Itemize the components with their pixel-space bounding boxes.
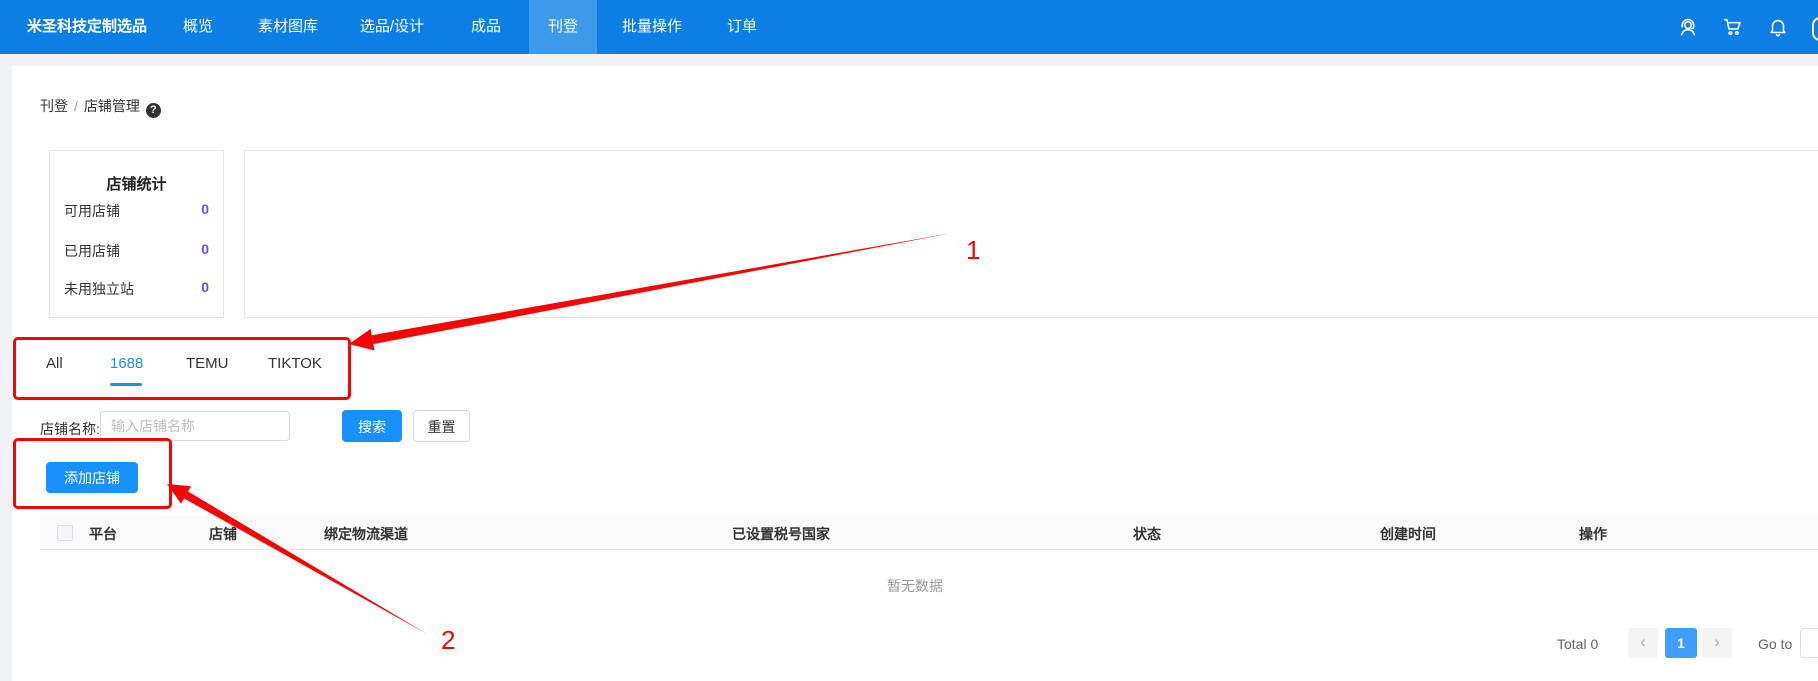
stats-title: 店铺统计 bbox=[50, 173, 223, 194]
content-card: 刊登/店铺管理? 店铺统计 可用店铺 0 已用店铺 0 未用独立站 0 All … bbox=[12, 66, 1818, 681]
pagination-page-1[interactable]: 1 bbox=[1665, 628, 1697, 658]
nav-item-publish[interactable]: 刊登 bbox=[529, 0, 597, 54]
column-status: 状态 bbox=[1133, 524, 1161, 544]
column-logistics: 绑定物流渠道 bbox=[324, 524, 408, 544]
column-platform: 平台 bbox=[89, 524, 117, 544]
tab-temu[interactable]: TEMU bbox=[186, 355, 229, 372]
store-stats-panel: 店铺统计 可用店铺 0 已用店铺 0 未用独立站 0 bbox=[49, 150, 224, 318]
column-store: 店铺 bbox=[209, 524, 237, 544]
breadcrumb-separator: / bbox=[74, 98, 78, 114]
stat-value: 0 bbox=[201, 279, 209, 295]
search-button[interactable]: 搜索 bbox=[342, 410, 402, 442]
store-management-page: 米圣科技定制选品 概览 素材图库 选品/设计 成品 刊登 批量操作 订单 bbox=[0, 0, 1818, 681]
stat-value: 0 bbox=[201, 201, 209, 217]
empty-detail-panel bbox=[244, 150, 1818, 318]
breadcrumb-parent[interactable]: 刊登 bbox=[40, 98, 68, 114]
brand-logo-text[interactable]: 米圣科技定制选品 bbox=[27, 0, 147, 54]
store-name-label: 店铺名称: bbox=[40, 419, 100, 439]
pagination-next-button[interactable]: › bbox=[1702, 628, 1732, 658]
add-store-button[interactable]: 添加店铺 bbox=[46, 462, 138, 493]
table-header: 平台 店铺 绑定物流渠道 已设置税号国家 状态 创建时间 操作 bbox=[40, 516, 1818, 550]
pagination-prev-button[interactable]: ‹ bbox=[1628, 628, 1658, 658]
store-name-input[interactable] bbox=[100, 411, 290, 441]
stat-row-unused-site: 未用独立站 0 bbox=[64, 279, 209, 299]
column-tax-country: 已设置税号国家 bbox=[732, 524, 830, 544]
stat-label: 可用店铺 bbox=[64, 203, 120, 219]
stat-value: 0 bbox=[201, 241, 209, 257]
nav-item-product[interactable]: 成品 bbox=[452, 0, 520, 54]
nav-item-overview[interactable]: 概览 bbox=[164, 0, 232, 54]
nav-item-material[interactable]: 素材图库 bbox=[239, 0, 337, 54]
breadcrumb-current: 店铺管理 bbox=[84, 98, 140, 114]
cart-icon[interactable] bbox=[1722, 16, 1744, 38]
nav-item-design[interactable]: 选品/设计 bbox=[341, 0, 443, 54]
empty-data-text: 暂无数据 bbox=[12, 576, 1818, 596]
breadcrumb: 刊登 / 店铺管理? bbox=[40, 96, 161, 118]
nav-item-orders[interactable]: 订单 bbox=[708, 0, 776, 54]
stat-row-used: 已用店铺 0 bbox=[64, 241, 209, 261]
user-avatar-icon-partial[interactable] bbox=[1812, 17, 1818, 41]
pagination-goto-input[interactable] bbox=[1800, 628, 1818, 658]
pagination-goto-label: Go to bbox=[1758, 636, 1792, 652]
select-all-checkbox[interactable] bbox=[57, 525, 73, 541]
top-navbar: 米圣科技定制选品 概览 素材图库 选品/设计 成品 刊登 批量操作 订单 bbox=[0, 0, 1818, 54]
stat-row-available: 可用店铺 0 bbox=[64, 201, 209, 221]
stat-label: 已用店铺 bbox=[64, 243, 120, 259]
column-actions: 操作 bbox=[1579, 524, 1607, 544]
reset-button[interactable]: 重置 bbox=[413, 410, 470, 442]
tab-tiktok[interactable]: TIKTOK bbox=[268, 355, 322, 372]
stat-label: 未用独立站 bbox=[64, 281, 134, 297]
help-icon[interactable]: ? bbox=[146, 103, 161, 118]
tab-1688[interactable]: 1688 bbox=[110, 355, 143, 372]
bell-icon[interactable] bbox=[1767, 16, 1789, 38]
nav-item-batch[interactable]: 批量操作 bbox=[603, 0, 701, 54]
pagination-total: Total 0 bbox=[1557, 636, 1598, 652]
tab-all[interactable]: All bbox=[46, 355, 63, 372]
customer-service-icon[interactable] bbox=[1677, 16, 1699, 38]
active-tab-underline bbox=[110, 383, 142, 386]
column-created: 创建时间 bbox=[1380, 524, 1436, 544]
